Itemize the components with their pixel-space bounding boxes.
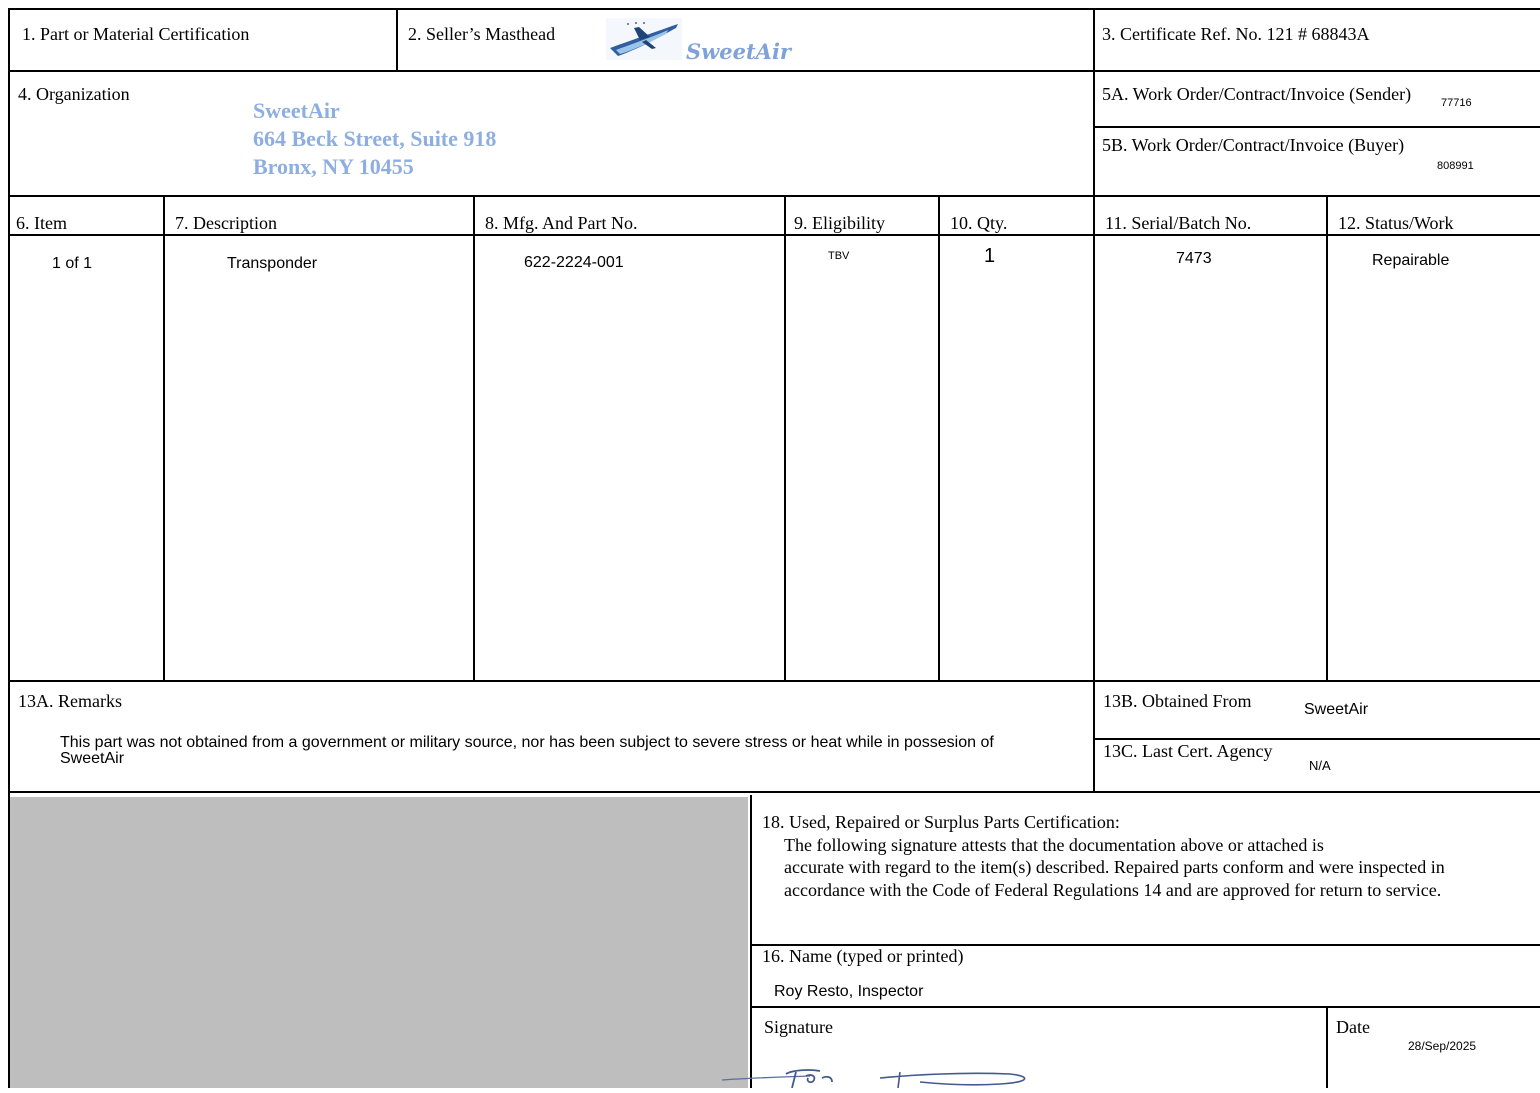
- item-cell: 1 of 1: [52, 255, 93, 272]
- organization-name: SweetAir: [253, 98, 340, 123]
- work-order-buyer-label: 5B. Work Order/Contract/Invoice (Buyer): [1102, 135, 1405, 155]
- col-divider-eligibility: [938, 195, 940, 681]
- quantity-cell: 1: [984, 245, 996, 267]
- date-value: 28/Sep/2025: [1408, 1039, 1477, 1053]
- serial-cell: 7473: [1176, 250, 1212, 267]
- remarks-text: This part was not obtained from a govern…: [60, 734, 994, 768]
- certification-line-2: accurate with regard to the item(s) desc…: [784, 857, 1445, 877]
- certification-heading: 18. Used, Repaired or Surplus Parts Cert…: [762, 812, 1120, 832]
- masthead-brand-text: SweetAir: [686, 39, 791, 64]
- signature-label: Signature: [764, 1017, 833, 1037]
- col-divider-partno: [784, 195, 786, 681]
- part-certification-label: 1. Part or Material Certification: [22, 24, 250, 44]
- divider-5a-5b: [1094, 126, 1540, 128]
- work-order-sender-value: 77716: [1441, 97, 1472, 109]
- col-divider-serial: [1326, 195, 1328, 681]
- sellers-masthead-label: 2. Seller’s Masthead: [408, 24, 556, 44]
- organization-city: Bronx, NY 10455: [253, 153, 414, 179]
- description-cell: Transponder: [227, 255, 318, 272]
- divider-remarks: [8, 791, 1540, 793]
- certificate-form: 1. Part or Material Certification 2. Sel…: [0, 0, 1540, 1089]
- organization-address: SweetAir 664 Beck Street, Suite 918 Bron…: [253, 97, 496, 181]
- remarks-label: 13A. Remarks: [18, 691, 122, 711]
- redacted-block: [10, 797, 748, 1088]
- divider-signature-date: [1326, 1006, 1328, 1088]
- last-cert-agency-label: 13C. Last Cert. Agency: [1103, 741, 1273, 761]
- column-header-qty: 10. Qty.: [950, 213, 1008, 233]
- divider-table-head: [8, 234, 1540, 236]
- column-header-item: 6. Item: [16, 213, 67, 233]
- column-header-serial: 11. Serial/Batch No.: [1105, 213, 1252, 233]
- eligibility-cell: TBV: [828, 250, 850, 262]
- date-label: Date: [1336, 1017, 1370, 1037]
- airplane-logo-icon: [606, 18, 682, 60]
- divider-org: [8, 195, 1540, 197]
- organization-label: 4. Organization: [18, 84, 130, 104]
- part-number-cell: 622-2224-001: [524, 254, 624, 271]
- col-divider-item: [163, 195, 165, 681]
- column-header-eligibility: 9. Eligibility: [794, 213, 886, 233]
- divider-cert-left: [750, 795, 752, 1088]
- obtained-from-label: 13B. Obtained From: [1103, 691, 1252, 711]
- status-cell: Repairable: [1372, 252, 1450, 269]
- border-top: [8, 8, 1540, 10]
- obtained-from-value: SweetAir: [1304, 701, 1369, 718]
- name-value: Roy Resto, Inspector: [774, 983, 924, 1000]
- last-cert-agency-value: N/A: [1309, 758, 1331, 773]
- name-label: 16. Name (typed or printed): [762, 946, 964, 966]
- work-order-sender-label: 5A. Work Order/Contract/Invoice (Sender): [1102, 84, 1412, 104]
- organization-street: 664 Beck Street, Suite 918: [253, 125, 497, 151]
- divider-right-column: [1093, 8, 1095, 792]
- work-order-buyer-value: 808991: [1437, 160, 1474, 172]
- divider-name-signature: [752, 1006, 1540, 1008]
- col-divider-description: [473, 195, 475, 681]
- column-header-description: 7. Description: [175, 213, 277, 233]
- certificate-ref-label: 3. Certificate Ref. No. 121 # 68843A: [1102, 24, 1370, 44]
- certification-line-3: accordance with the Code of Federal Regu…: [784, 880, 1442, 900]
- column-header-part-no: 8. Mfg. And Part No.: [485, 213, 638, 233]
- divider-13b-13c: [1094, 738, 1540, 740]
- divider-table-end: [8, 680, 1540, 682]
- signature-image: [720, 1062, 1040, 1089]
- column-header-status: 12. Status/Work: [1338, 213, 1454, 233]
- divider-box1-box2: [396, 8, 398, 71]
- divider-header: [8, 70, 1540, 72]
- certification-line-1: The following signature attests that the…: [784, 835, 1324, 855]
